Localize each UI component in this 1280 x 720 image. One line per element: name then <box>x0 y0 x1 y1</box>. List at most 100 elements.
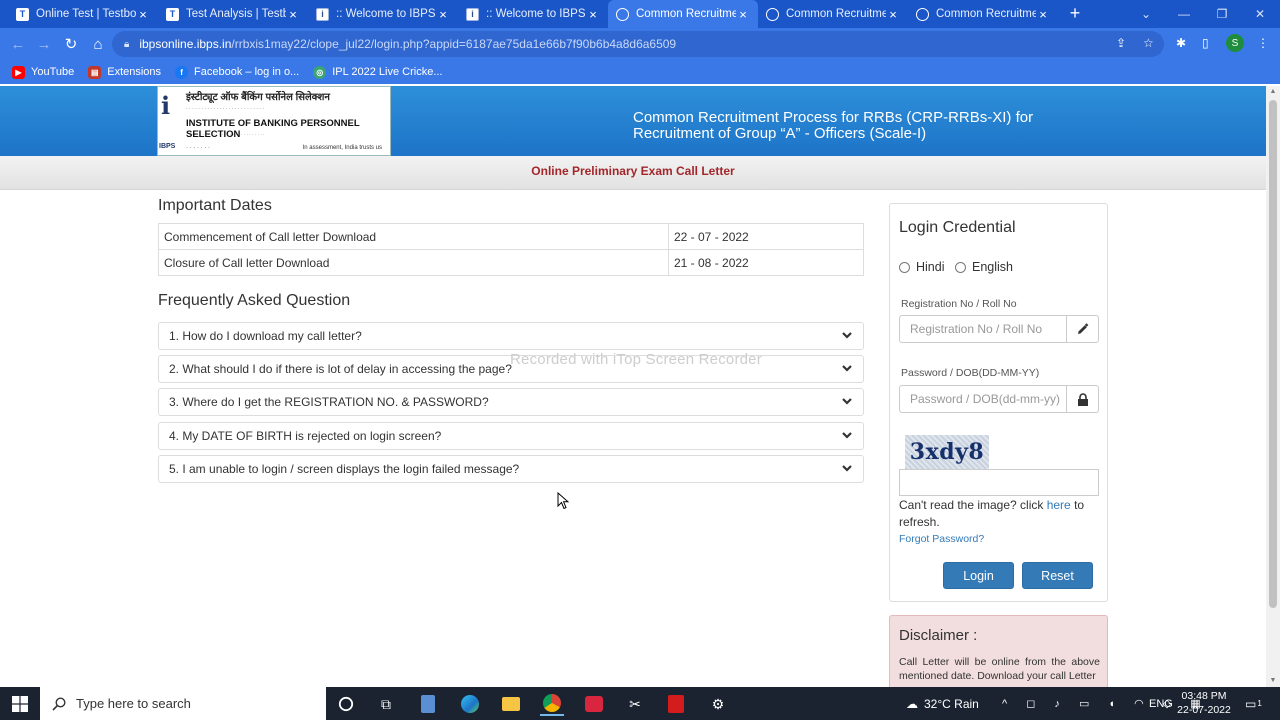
tab-title: Online Test | Testbook <box>36 8 136 20</box>
lock-icon: 🔒︎ <box>124 38 130 50</box>
subheader-bar: Online Preliminary Exam Call Letter <box>0 156 1266 190</box>
tab-title: :: Welcome to IBPS :: <box>336 8 436 20</box>
ipl-icon: ◎ <box>313 65 327 79</box>
ibps-favicon: i <box>466 7 479 21</box>
login-button[interactable]: Login <box>943 562 1014 589</box>
browser-tab-active[interactable]: Common Recruitment× <box>608 0 758 28</box>
bookmark-facebook[interactable]: f Facebook – log in o... <box>175 65 300 79</box>
edge-icon[interactable] <box>458 692 482 716</box>
chevron-down-icon <box>842 365 852 372</box>
weather-widget[interactable]: ☁ 32°C Rain <box>906 687 979 720</box>
address-bar[interactable]: 🔒︎ ibpsonline.ibps.in/rrbxis1may22/clope… <box>112 31 1164 57</box>
input-language[interactable]: ENG <box>1149 687 1173 720</box>
start-button[interactable] <box>0 687 40 720</box>
close-icon[interactable]: × <box>586 7 600 22</box>
tab-search-icon[interactable]: ⌄ <box>1128 0 1164 28</box>
scroll-up-icon[interactable]: ▲ <box>1266 86 1280 98</box>
radio-button[interactable] <box>899 261 910 273</box>
taskbar-search[interactable]: Type here to search <box>40 687 326 720</box>
globe-icon <box>616 7 629 21</box>
cortana-icon[interactable] <box>334 692 358 716</box>
back-icon[interactable]: ← <box>8 34 28 54</box>
scroll-down-icon[interactable]: ▼ <box>1266 675 1280 687</box>
login-panel: Login Credential Hindi English Registrat… <box>889 203 1108 602</box>
bookmark-star-icon[interactable]: ☆ <box>1143 36 1154 50</box>
url-host: ibpsonline.ibps.in <box>139 37 232 51</box>
weather-icon: ☁ <box>906 696 918 711</box>
reset-button[interactable]: Reset <box>1022 562 1093 589</box>
new-tab-button[interactable]: + <box>1066 4 1084 22</box>
close-icon[interactable]: × <box>736 7 750 22</box>
bookmark-youtube[interactable]: ▶ YouTube <box>12 65 74 79</box>
file-explorer-icon[interactable] <box>499 692 523 716</box>
forgot-password-link[interactable]: Forgot Password? <box>899 533 984 545</box>
lock-icon <box>1067 385 1099 413</box>
notification-center[interactable]: ▭ 1 <box>1245 687 1262 720</box>
faq-item[interactable]: 1. How do I download my call letter? <box>158 322 864 350</box>
close-icon[interactable]: × <box>1036 7 1050 22</box>
close-icon[interactable]: × <box>136 7 150 22</box>
clock-date: 22-07-2022 <box>1177 704 1231 716</box>
home-icon[interactable]: ⌂ <box>88 34 108 54</box>
faq-item[interactable]: 5. I am unable to login / screen display… <box>158 455 864 483</box>
share-icon[interactable]: ⇪ <box>1116 36 1126 50</box>
menu-kebab-icon[interactable]: ⋮ <box>1257 36 1269 50</box>
acrobat-icon[interactable] <box>664 692 688 716</box>
captcha-input[interactable] <box>899 469 1099 496</box>
maximize-icon[interactable]: ❐ <box>1204 0 1240 28</box>
password-input[interactable]: Password / DOB(dd-mm-yy) <box>899 385 1067 413</box>
page-scrollbar[interactable]: ▲ ▼ <box>1266 86 1280 687</box>
registration-input[interactable]: Registration No / Roll No <box>899 315 1067 343</box>
chrome-icon[interactable] <box>540 692 564 716</box>
clock-time: 03:48 PM <box>1181 690 1227 702</box>
window-close-icon[interactable]: ✕ <box>1242 0 1278 28</box>
snipping-tool-icon[interactable]: ✂ <box>623 692 647 716</box>
chevron-down-icon <box>842 332 852 339</box>
logo-hindi-motto: · · · · · · · <box>186 145 210 151</box>
password-label: Password / DOB(DD-MM-YY) <box>901 367 1040 379</box>
tab-title: :: Welcome to IBPS :: <box>486 8 586 20</box>
faq-item[interactable]: 4. My DATE OF BIRTH is rejected on login… <box>158 422 864 450</box>
tab-title: Common Recruitment <box>786 8 886 20</box>
close-icon[interactable]: × <box>286 7 300 22</box>
browser-tab[interactable]: i:: Welcome to IBPS :: × <box>308 0 458 28</box>
minimize-icon[interactable]: — <box>1166 0 1202 28</box>
calculator-icon[interactable] <box>416 692 440 716</box>
browser-tab[interactable]: Common Recruitment× <box>908 0 1058 28</box>
radio-hindi[interactable]: Hindi <box>899 260 945 274</box>
close-icon[interactable]: × <box>436 7 450 22</box>
bookmark-label: Facebook – log in o... <box>194 66 300 78</box>
windows-logo-icon <box>12 695 28 712</box>
logo-english-subtitle: · · · · · · · · · · · · · · · · · · · · … <box>186 132 265 137</box>
chevron-down-icon <box>842 465 852 472</box>
profile-avatar[interactable]: S <box>1226 34 1244 52</box>
globe-icon <box>916 7 929 21</box>
side-panel-icon[interactable]: ▯ <box>1202 36 1209 50</box>
radio-english[interactable]: English <box>955 260 1013 274</box>
subheader-title: Online Preliminary Exam Call Letter <box>531 164 735 178</box>
browser-tab[interactable]: i:: Welcome to IBPS :: × <box>458 0 608 28</box>
bookmark-ipl[interactable]: ◎ IPL 2022 Live Cricke... <box>313 65 443 79</box>
task-view-icon[interactable]: ⧉ <box>374 692 398 716</box>
radio-button[interactable] <box>955 261 966 273</box>
web-page: i IBPS इंस्टीट्यूट ऑफ बैंकिंग पर्सोनेल स… <box>0 86 1266 687</box>
settings-gear-icon[interactable]: ⚙ <box>706 692 730 716</box>
browser-tab[interactable]: T Test Analysis | Testbook× <box>158 0 308 28</box>
address-toolbar: ← → ↻ ⌂ 🔒︎ ibpsonline.ibps.in/rrbxis1may… <box>0 28 1280 60</box>
extensions-puzzle-icon[interactable]: ✱ <box>1176 36 1186 50</box>
reload-icon[interactable]: ↻ <box>61 34 81 54</box>
browser-tab[interactable]: T Online Test | Testbook× <box>8 0 158 28</box>
bookmark-label: IPL 2022 Live Cricke... <box>332 66 443 78</box>
scroll-thumb[interactable] <box>1269 100 1277 608</box>
bookmark-extensions[interactable]: ▤ Extensions <box>88 65 161 79</box>
forward-icon[interactable]: → <box>34 34 54 54</box>
chevron-down-icon <box>842 398 852 405</box>
close-icon[interactable]: × <box>886 7 900 22</box>
ibps-favicon: i <box>316 7 329 21</box>
system-clock[interactable]: 03:48 PM 22-07-2022 <box>1174 689 1234 717</box>
screen-recorder-icon[interactable] <box>582 692 606 716</box>
browser-tab[interactable]: Common Recruitment× <box>758 0 908 28</box>
faq-question: 2. What should I do if there is lot of d… <box>169 362 512 376</box>
captcha-refresh-link[interactable]: here <box>1047 498 1071 512</box>
faq-item[interactable]: 3. Where do I get the REGISTRATION NO. &… <box>158 388 864 416</box>
